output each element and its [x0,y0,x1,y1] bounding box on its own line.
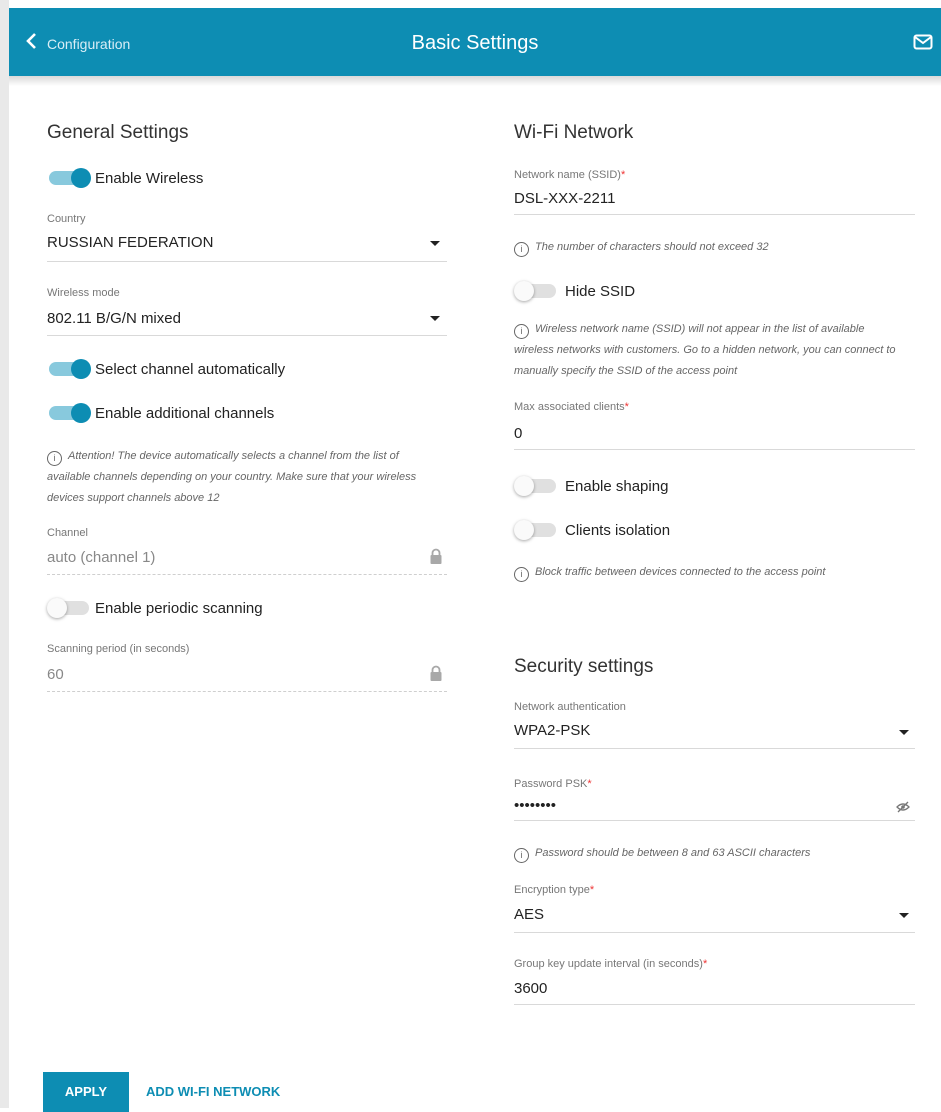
caret-down-icon [899,913,909,918]
max-clients-input[interactable]: 0 [514,425,522,442]
group-key-input[interactable]: 3600 [514,980,547,997]
add-wifi-network-button[interactable]: ADD WI-FI NETWORK [146,1084,280,1099]
caret-down-icon [899,730,909,735]
network-auth-select[interactable]: WPA2-PSK [514,722,590,739]
general-settings-title: General Settings [47,122,189,143]
country-select[interactable]: RUSSIAN FEDERATION [47,234,213,251]
wireless-mode-underline [47,335,447,336]
apply-button[interactable]: APPLY [43,1072,129,1112]
max-clients-underline [514,449,915,450]
info-icon: i [514,242,529,257]
max-clients-label: Max associated clients* [514,401,629,413]
channel-underline [47,574,447,575]
group-key-label: Group key update interval (in seconds)* [514,958,708,970]
enable-wireless-label: Enable Wireless [95,170,204,187]
window-left-edge [0,0,9,1108]
lock-icon [429,665,443,687]
ssid-underline [514,214,915,215]
select-channel-auto-label: Select channel automatically [95,361,286,378]
channel-field: auto (channel 1) [47,549,156,566]
select-channel-auto-toggle[interactable] [47,359,91,379]
group-key-underline [514,1004,915,1005]
wireless-mode-select[interactable]: 802.11 B/G/N mixed [47,310,181,327]
password-note: i Password should be between 8 and 63 ASC… [514,843,810,864]
caret-down-icon [430,316,440,321]
ssid-note: i The number of characters should not exc… [514,237,769,258]
encryption-label: Encryption type* [514,884,595,896]
enable-periodic-scanning-label: Enable periodic scanning [95,600,263,617]
enable-wireless-toggle[interactable] [47,168,91,188]
scanning-period-label: Scanning period (in seconds) [47,643,190,655]
encryption-select[interactable]: AES [514,906,544,923]
password-label: Password PSK* [514,778,592,790]
network-auth-underline [514,748,915,749]
caret-down-icon [430,241,440,246]
enable-shaping-label: Enable shaping [565,478,669,495]
info-icon: i [514,567,529,582]
ssid-label: Network name (SSID)* [514,169,626,181]
clients-isolation-toggle[interactable] [514,520,558,540]
top-bar: Configuration Basic Settings [9,8,941,76]
ssid-input[interactable]: DSL-XXX-2211 [514,190,615,207]
isolation-note: i Block traffic between devices connected… [514,562,825,583]
hide-ssid-toggle[interactable] [514,281,558,301]
attention-note: i Attention! The device automatically sel… [47,450,417,504]
info-icon: i [514,848,529,863]
security-settings-title: Security settings [514,656,654,677]
info-icon: i [47,451,62,466]
hide-ssid-note: i Wireless network name (SSID) will not a… [514,323,896,377]
clients-isolation-label: Clients isolation [565,522,671,539]
password-input[interactable]: •••••••• [514,797,556,814]
wifi-network-title: Wi-Fi Network [514,122,634,143]
enable-additional-channels-toggle[interactable] [47,403,91,423]
enable-additional-channels-label: Enable additional channels [95,405,275,422]
password-underline [514,820,915,821]
lock-icon [429,548,443,570]
encryption-underline [514,932,915,933]
hide-ssid-label: Hide SSID [565,283,636,300]
channel-label: Channel [47,527,88,539]
country-label: Country [47,213,86,225]
enable-periodic-scanning-toggle[interactable] [47,598,91,618]
header-shadow [9,76,941,86]
enable-shaping-toggle[interactable] [514,476,558,496]
network-auth-label: Network authentication [514,701,626,713]
wireless-mode-label: Wireless mode [47,287,120,299]
scanning-period-underline [47,691,447,692]
eye-off-icon[interactable] [896,800,910,818]
country-underline [47,261,447,262]
mail-icon[interactable] [913,34,933,55]
scanning-period-field: 60 [47,666,64,683]
info-icon: i [514,324,529,339]
page-title: Basic Settings [411,32,539,54]
window-top-edge [0,0,941,8]
